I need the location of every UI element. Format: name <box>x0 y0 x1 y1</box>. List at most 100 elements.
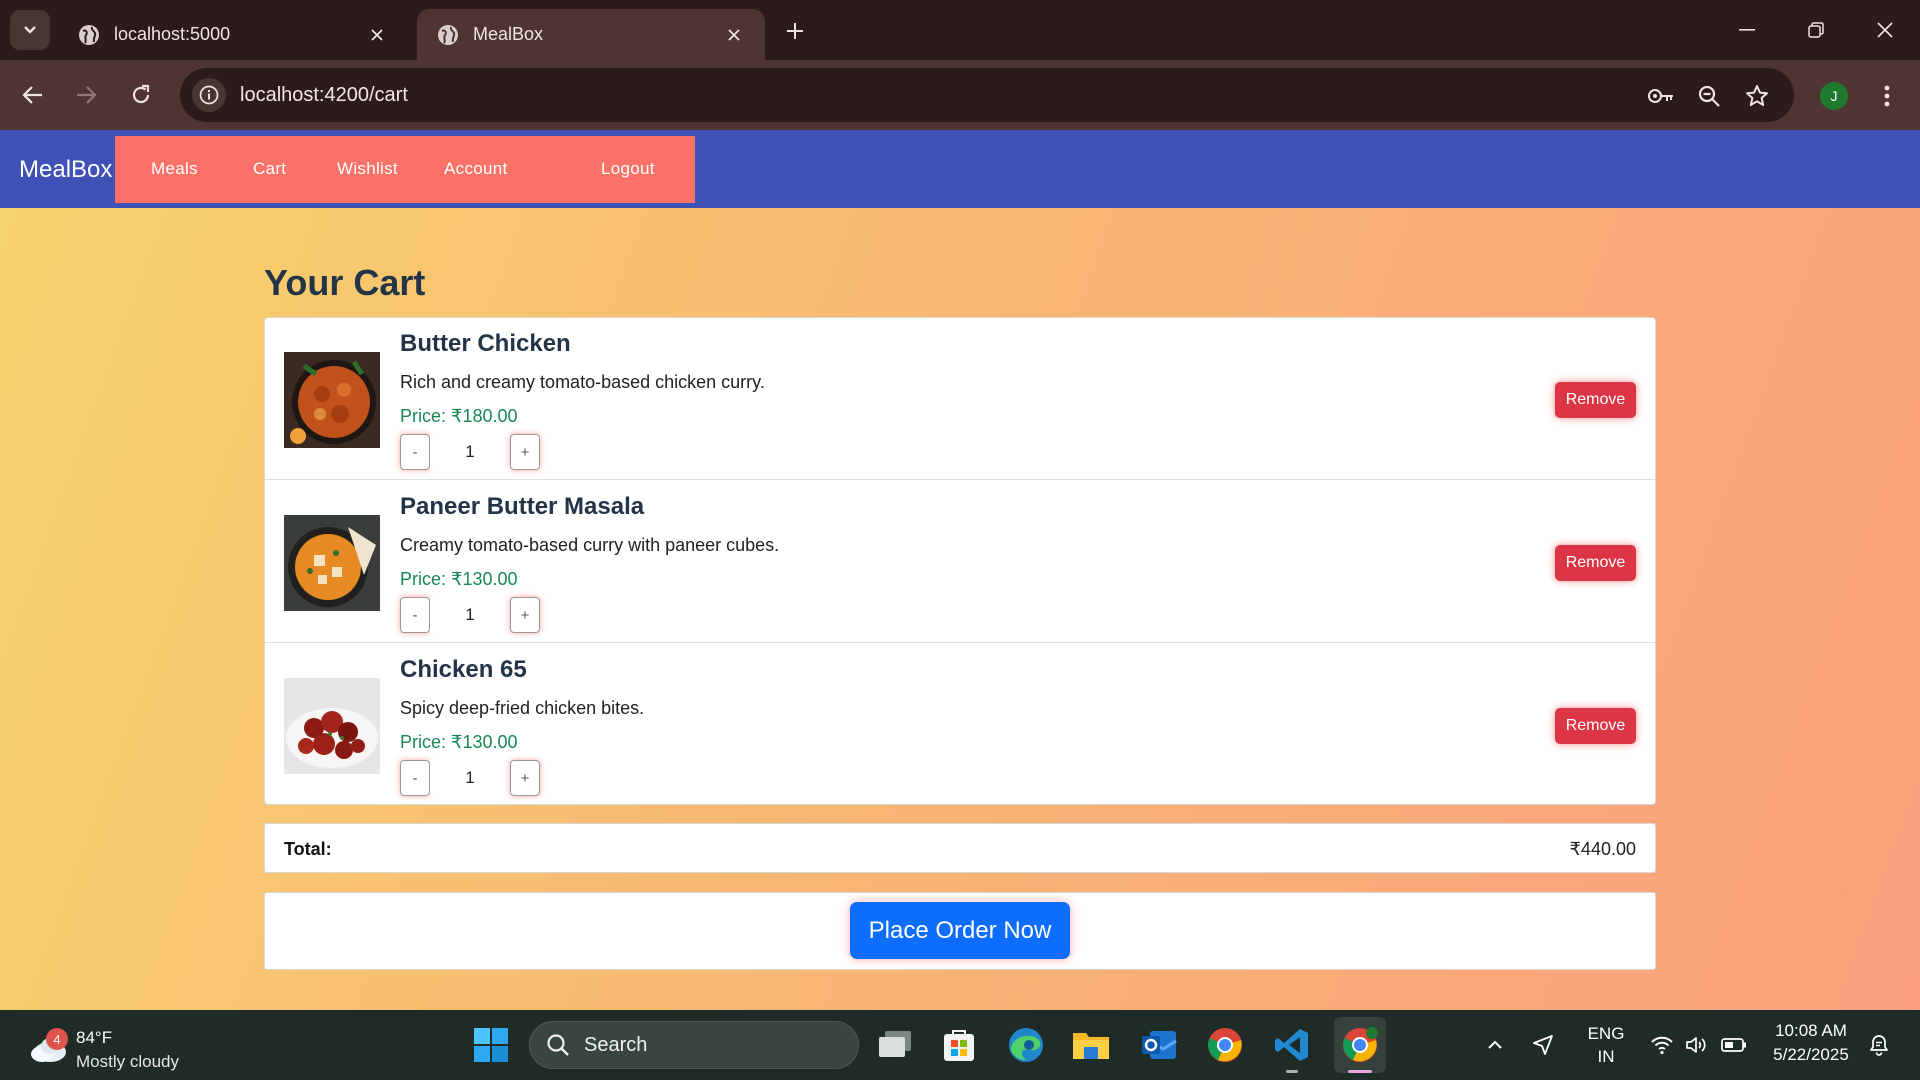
nav-account[interactable]: Account <box>444 159 508 179</box>
new-tab-button[interactable] <box>780 16 810 46</box>
url-text: localhost:4200/cart <box>240 83 408 106</box>
item-price: Price: ₹130.00 <box>400 569 518 589</box>
minimize-icon <box>1739 29 1755 31</box>
restore-button[interactable] <box>1793 12 1839 48</box>
tab-title: localhost:5000 <box>114 24 231 44</box>
item-description: Spicy deep-fried chicken bites. <box>400 698 645 718</box>
minimize-button[interactable] <box>1724 12 1770 48</box>
decrease-quantity-button[interactable]: - <box>400 760 430 796</box>
tab-search-button[interactable] <box>10 10 50 50</box>
chrome-profile-icon[interactable] <box>1334 1017 1386 1073</box>
close-window-button[interactable] <box>1862 12 1908 48</box>
cart-item: Chicken 65 Spicy deep-fried chicken bite… <box>265 644 1655 806</box>
plus-icon <box>787 23 803 39</box>
arrow-left-icon <box>22 86 42 104</box>
item-name: Butter Chicken <box>400 330 571 357</box>
back-button[interactable] <box>14 76 52 114</box>
key-icon[interactable] <box>1646 81 1676 111</box>
nav-wishlist[interactable]: Wishlist <box>337 159 398 179</box>
total-label: Total: <box>284 839 332 859</box>
chicken-65-image <box>284 678 380 774</box>
nav-links: Meals Cart Wishlist Account Logout <box>115 136 695 203</box>
app-navbar: MealBox Meals Cart Wishlist Account Logo… <box>0 130 1920 208</box>
task-view-icon[interactable] <box>873 1023 917 1067</box>
decrease-quantity-button[interactable]: - <box>400 597 430 633</box>
chrome-icon[interactable] <box>1203 1023 1247 1067</box>
place-order-button[interactable]: Place Order Now <box>850 902 1070 959</box>
page-title: Your Cart <box>264 262 426 303</box>
edge-browser-icon[interactable] <box>1004 1023 1048 1067</box>
file-explorer-icon[interactable] <box>1069 1023 1113 1067</box>
quantity-value[interactable]: 1 <box>430 434 510 470</box>
battery-icon[interactable] <box>1719 1023 1749 1067</box>
tab-title: MealBox <box>473 24 544 44</box>
vscode-icon[interactable] <box>1270 1023 1314 1067</box>
browser-toolbar: localhost:4200/cart J <box>0 60 1920 130</box>
remove-button[interactable]: Remove <box>1555 382 1636 418</box>
increase-quantity-button[interactable]: + <box>510 597 540 633</box>
item-description: Rich and creamy tomato-based chicken cur… <box>400 372 765 392</box>
nav-meals[interactable]: Meals <box>151 159 198 179</box>
butter-chicken-image <box>284 352 380 448</box>
quantity-value[interactable]: 1 <box>430 597 510 633</box>
reload-icon <box>132 84 150 104</box>
item-price: Price: ₹180.00 <box>400 406 518 426</box>
cart-list: Butter Chicken Rich and creamy tomato-ba… <box>264 317 1656 805</box>
language-code[interactable]: ENG <box>1584 1024 1628 1044</box>
item-description: Creamy tomato-based curry with paneer cu… <box>400 535 780 555</box>
cart-item: Paneer Butter Masala Creamy tomato-based… <box>265 481 1655 643</box>
notifications-icon[interactable] <box>1864 1023 1894 1067</box>
weather-widget[interactable]: 4 84°F Mostly cloudy <box>24 1022 224 1071</box>
brand-logo[interactable]: MealBox <box>19 156 112 184</box>
globe-icon <box>78 24 100 46</box>
notification-badge: 4 <box>46 1028 68 1050</box>
active-indicator <box>1348 1070 1372 1073</box>
remove-button[interactable]: Remove <box>1555 545 1636 581</box>
search-icon <box>547 1034 569 1056</box>
wifi-icon[interactable] <box>1648 1023 1676 1067</box>
decrease-quantity-button[interactable]: - <box>400 434 430 470</box>
paneer-butter-masala-image <box>284 515 380 611</box>
windows-start-icon[interactable] <box>469 1023 513 1067</box>
clock-time[interactable]: 10:08 AM <box>1766 1021 1856 1041</box>
browser-tab-localhost-5000[interactable]: localhost:5000 <box>58 9 408 60</box>
profile-avatar[interactable]: J <box>1820 82 1848 110</box>
close-icon <box>1877 22 1893 38</box>
forward-button[interactable] <box>67 76 105 114</box>
total-value: ₹440.00 <box>1569 839 1636 859</box>
item-name: Chicken 65 <box>400 656 527 683</box>
remove-button[interactable]: Remove <box>1555 708 1636 744</box>
taskbar-search[interactable]: Search <box>529 1021 859 1069</box>
arrow-right-icon <box>77 86 97 104</box>
microsoft-store-icon[interactable] <box>937 1023 981 1067</box>
running-indicator <box>1286 1070 1298 1073</box>
close-icon[interactable] <box>723 24 745 46</box>
order-section: Place Order Now <box>264 892 1656 970</box>
chevron-up-icon[interactable] <box>1478 1023 1512 1067</box>
item-name: Paneer Butter Masala <box>400 493 645 520</box>
quantity-value[interactable]: 1 <box>430 760 510 796</box>
cart-total: Total: ₹440.00 <box>264 823 1656 873</box>
browser-tab-mealbox[interactable]: MealBox <box>417 9 765 60</box>
search-label: Search <box>584 1033 648 1056</box>
site-info-icon[interactable] <box>192 78 226 112</box>
outlook-icon[interactable] <box>1137 1023 1181 1067</box>
page-content: MealBox Meals Cart Wishlist Account Logo… <box>0 130 1920 1010</box>
address-bar[interactable]: localhost:4200/cart <box>180 68 1794 122</box>
reload-button[interactable] <box>122 76 160 114</box>
nav-cart[interactable]: Cart <box>253 159 286 179</box>
nav-logout[interactable]: Logout <box>601 159 655 179</box>
globe-icon <box>437 24 459 46</box>
increase-quantity-button[interactable]: + <box>510 760 540 796</box>
zoom-icon[interactable] <box>1694 81 1724 111</box>
location-icon[interactable] <box>1526 1023 1560 1067</box>
taskbar: 4 84°F Mostly cloudy Search ENG IN 10:08… <box>0 1010 1920 1080</box>
increase-quantity-button[interactable]: + <box>510 434 540 470</box>
more-options-icon[interactable] <box>1872 78 1902 114</box>
clock-date[interactable]: 5/22/2025 <box>1766 1045 1856 1065</box>
weather-temperature: 84°F <box>76 1028 113 1047</box>
close-icon[interactable] <box>366 24 388 46</box>
volume-icon[interactable] <box>1683 1023 1711 1067</box>
language-region[interactable]: IN <box>1584 1047 1628 1067</box>
bookmark-star-icon[interactable] <box>1742 81 1772 111</box>
